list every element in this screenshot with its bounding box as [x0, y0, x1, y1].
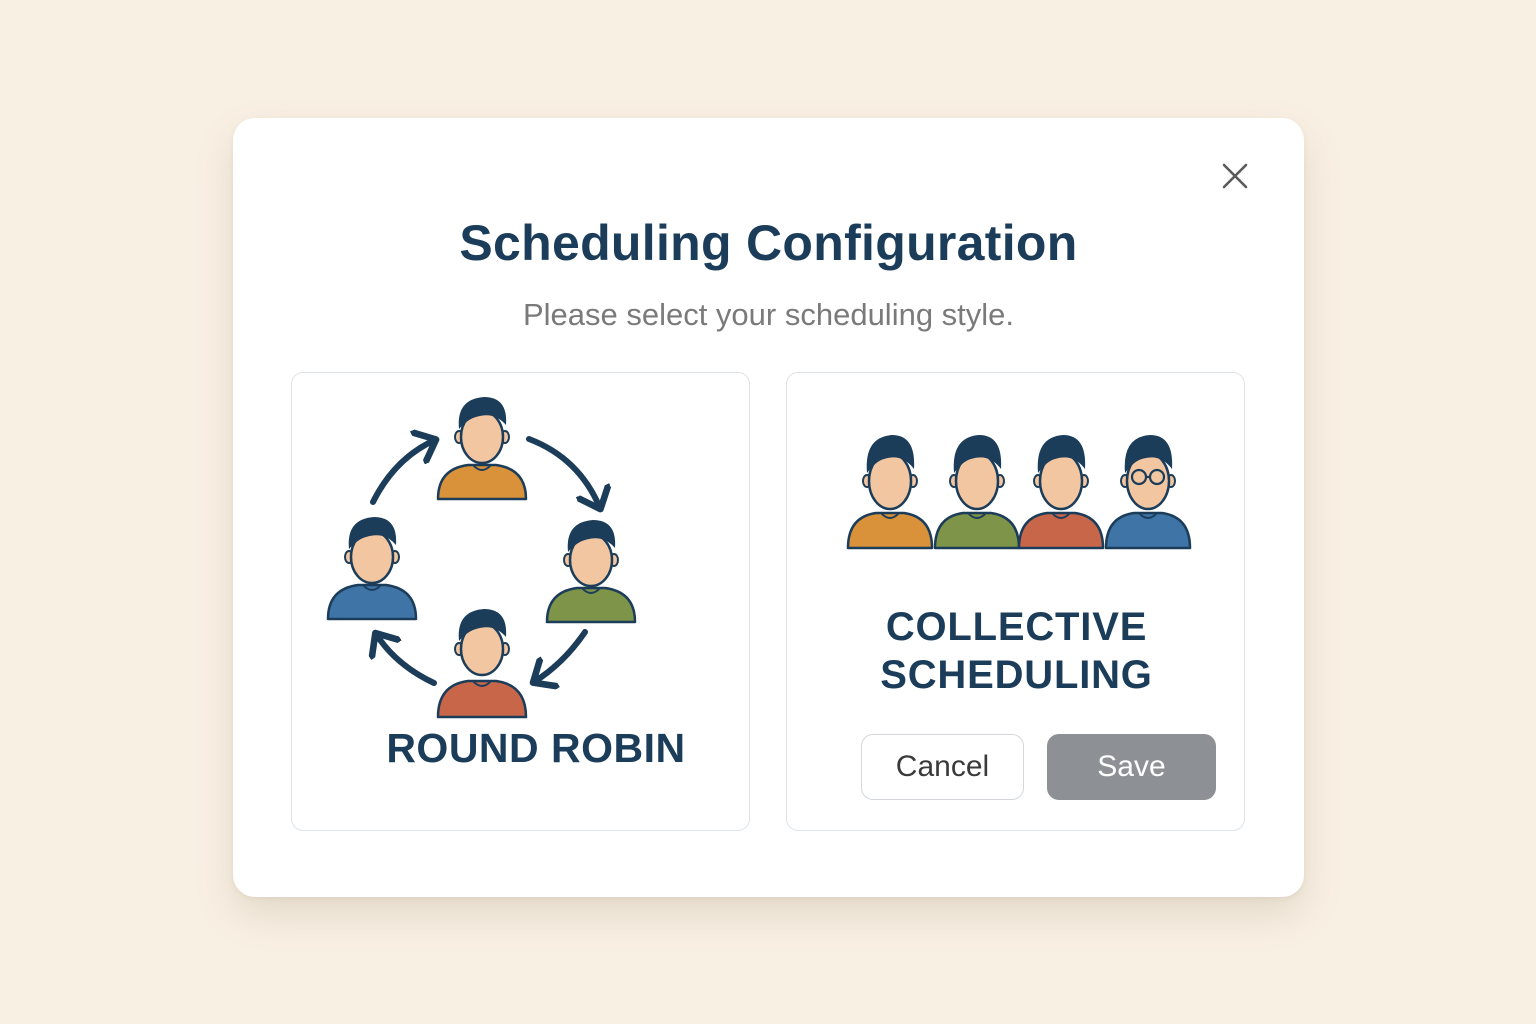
- person-icon: [326, 517, 418, 621]
- group-icon: [846, 435, 1192, 550]
- close-icon: [1222, 163, 1248, 189]
- collective-scheduling-label: COLLECTIVE SCHEDULING: [787, 603, 1246, 699]
- round-robin-option[interactable]: ROUND ROBIN: [291, 372, 750, 831]
- save-button[interactable]: Save: [1047, 734, 1216, 800]
- person-icon: [933, 435, 1021, 550]
- person-icon: [436, 397, 528, 501]
- person-icon: [436, 609, 528, 719]
- dialog-title: Scheduling Configuration: [459, 215, 1078, 271]
- dialog-subtitle: Please select your scheduling style.: [522, 297, 1015, 332]
- person-icon: [545, 520, 637, 624]
- cancel-button[interactable]: Cancel: [861, 734, 1024, 800]
- person-icon: [846, 435, 934, 550]
- collective-label-line2: SCHEDULING: [880, 653, 1153, 697]
- collective-label-line1: COLLECTIVE: [885, 605, 1148, 649]
- round-robin-label: ROUND ROBIN: [386, 725, 686, 771]
- person-icon: [1017, 435, 1105, 550]
- close-button[interactable]: [1215, 156, 1255, 196]
- collective-scheduling-option[interactable]: COLLECTIVE SCHEDULING Cancel Save: [786, 372, 1245, 831]
- scheduling-dialog: Scheduling Configuration Please select y…: [233, 118, 1304, 897]
- round-robin-icon: [326, 397, 637, 719]
- person-with-glasses-icon: [1104, 435, 1192, 550]
